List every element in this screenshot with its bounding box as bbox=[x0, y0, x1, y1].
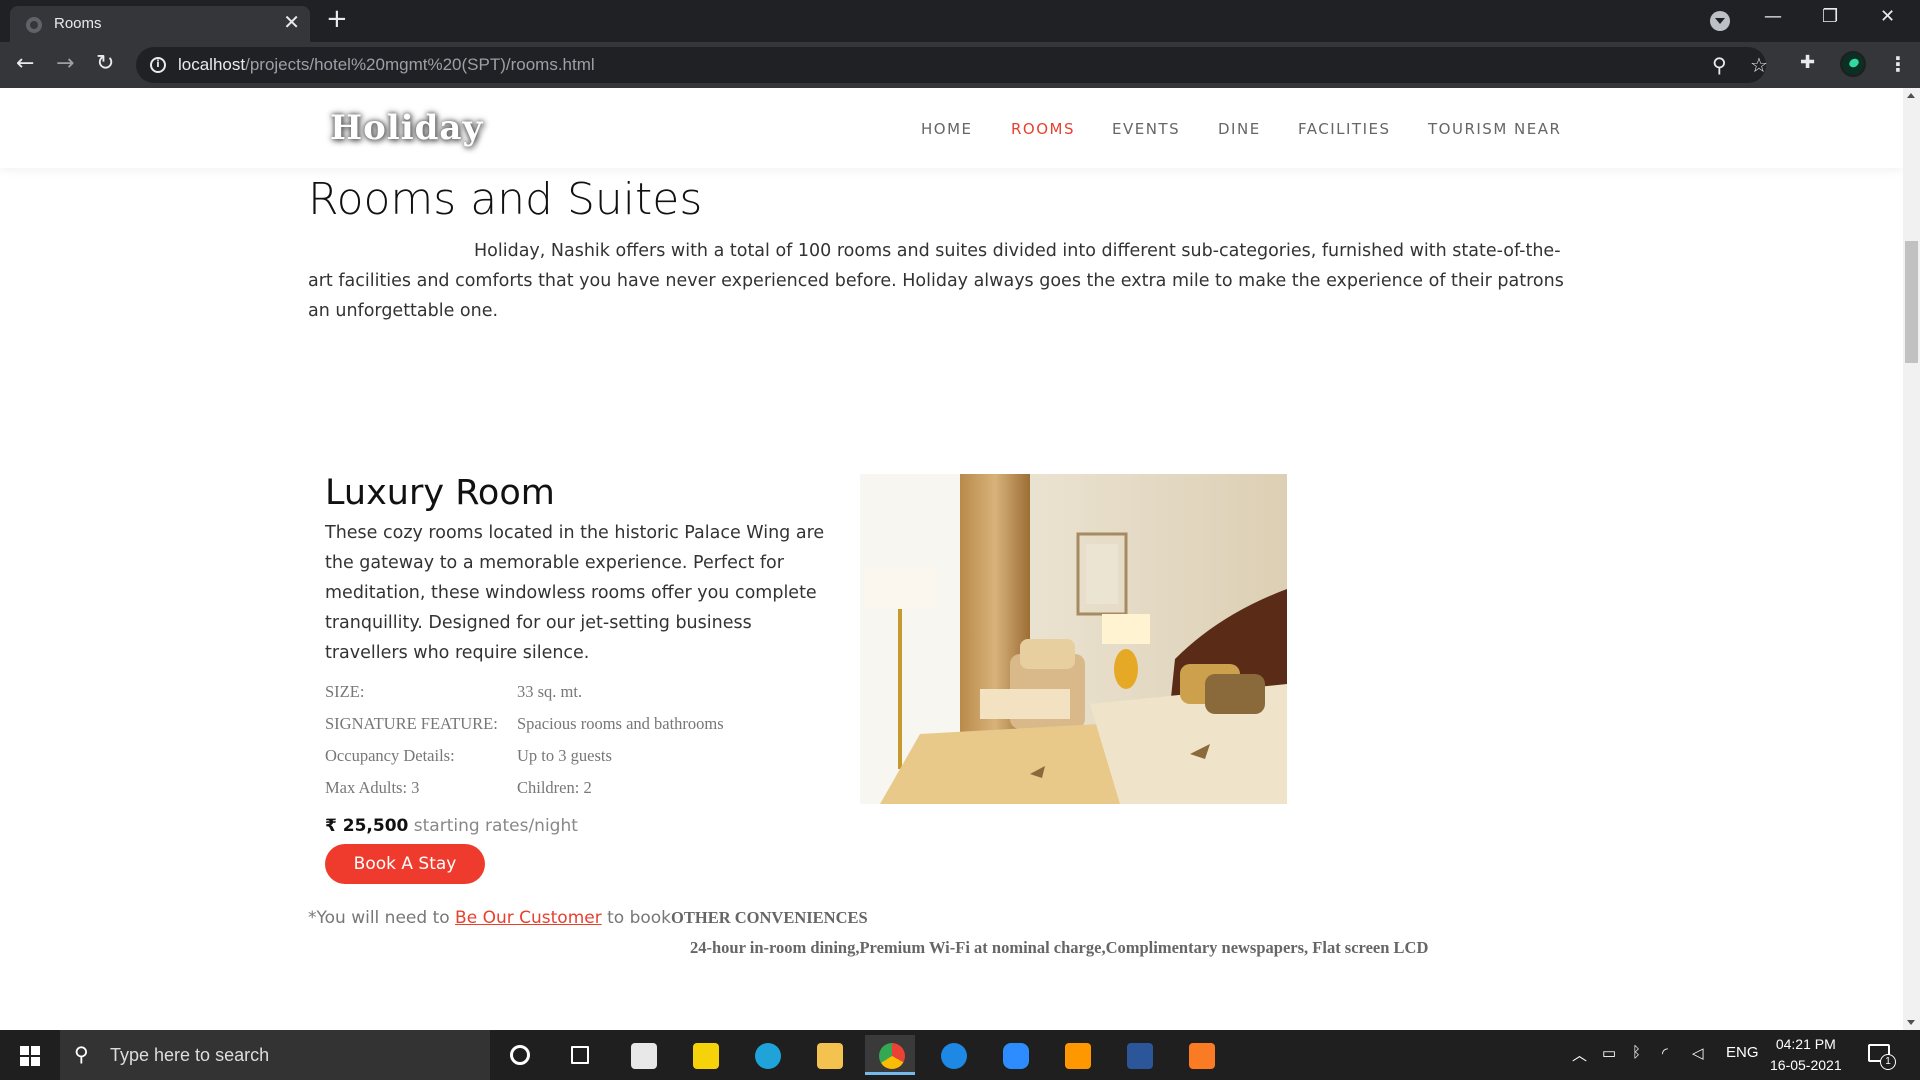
edge-icon[interactable] bbox=[741, 1035, 791, 1075]
language-indicator[interactable]: ENG bbox=[1726, 1044, 1759, 1061]
back-arrow-icon[interactable]: ← bbox=[16, 51, 34, 77]
windows-taskbar: ⚲ Type here to search ︿ ▭ ᛒ ◜ ◁ ENG 04:2… bbox=[0, 1030, 1920, 1080]
spec-value: Children: 2 bbox=[517, 778, 592, 797]
profile-avatar[interactable] bbox=[1840, 51, 1866, 77]
reload-icon[interactable]: ↻ bbox=[96, 51, 114, 77]
file-explorer-icon[interactable] bbox=[803, 1035, 853, 1075]
conveniences-list: 24-hour in-room dining,Premium Wi-Fi at … bbox=[690, 938, 1429, 957]
minimize-icon[interactable]: — bbox=[1764, 6, 1782, 27]
word-icon[interactable] bbox=[1113, 1035, 1163, 1075]
site-logo[interactable]: Holiday bbox=[330, 108, 483, 148]
conveniences-title: OTHER CONVENIENCES bbox=[671, 908, 868, 927]
nav-events[interactable]: EVENTS bbox=[1112, 120, 1180, 138]
page-viewport: Holiday HOME ROOMS EVENTS DINE FACILITIE… bbox=[0, 88, 1903, 1030]
spec-row: Max Adults: 3 Children: 2 bbox=[325, 772, 724, 804]
spec-value: Spacious rooms and bathrooms bbox=[517, 714, 724, 733]
window-close-icon[interactable]: ✕ bbox=[1880, 6, 1895, 27]
browser-tab-strip: Rooms ✕ + — ❐ ✕ bbox=[0, 0, 1920, 42]
tab-title: Rooms bbox=[54, 15, 102, 32]
spec-row: Occupancy Details: Up to 3 guests bbox=[325, 740, 724, 772]
forward-arrow-icon[interactable]: → bbox=[56, 51, 74, 77]
bluetooth-icon[interactable]: ᛒ bbox=[1632, 1044, 1641, 1061]
globe-icon bbox=[26, 17, 42, 33]
new-tab-icon[interactable]: + bbox=[326, 6, 348, 32]
extensions-icon[interactable]: ✚ bbox=[1800, 52, 1820, 73]
store-icon[interactable] bbox=[617, 1035, 667, 1075]
cortana-icon[interactable] bbox=[495, 1035, 545, 1075]
spec-label: SIZE: bbox=[325, 682, 365, 701]
chrome-icon[interactable] bbox=[865, 1035, 915, 1075]
note-suffix: to book bbox=[601, 908, 672, 928]
show-hidden-icons[interactable]: ︿ bbox=[1572, 1044, 1587, 1065]
taskbar-search-placeholder: Type here to search bbox=[110, 1045, 270, 1065]
close-tab-icon[interactable]: ✕ bbox=[283, 12, 300, 32]
notification-count-badge: 1 bbox=[1880, 1054, 1896, 1070]
be-our-customer-link[interactable]: Be Our Customer bbox=[455, 908, 602, 928]
spec-value: 33 sq. mt. bbox=[517, 682, 583, 701]
zoom-icon[interactable]: ⚲ bbox=[1712, 53, 1727, 77]
booking-note: *You will need to Be Our Customer to boo… bbox=[308, 908, 868, 928]
room-photo-illustration bbox=[860, 474, 1287, 804]
scroll-thumb[interactable] bbox=[1905, 241, 1918, 363]
scroll-up-icon[interactable] bbox=[1907, 93, 1915, 98]
safari-icon[interactable] bbox=[927, 1035, 977, 1075]
spec-label: SIGNATURE FEATURE: bbox=[325, 714, 498, 733]
tab-search-icon[interactable] bbox=[1710, 11, 1730, 31]
nav-tourism-near[interactable]: TOURISM NEAR bbox=[1428, 120, 1561, 138]
url-text[interactable]: localhost/projects/hotel%20mgmt%20(SPT)/… bbox=[178, 55, 595, 75]
intro-paragraph: Holiday, Nashik offers with a total of 1… bbox=[308, 241, 1564, 321]
nav-facilities[interactable]: FACILITIES bbox=[1298, 120, 1391, 138]
wifi-icon[interactable]: ◜ bbox=[1662, 1044, 1668, 1062]
nav-home[interactable]: HOME bbox=[921, 120, 973, 138]
browser-tab[interactable]: Rooms ✕ bbox=[10, 6, 310, 42]
site-header: Holiday HOME ROOMS EVENTS DINE FACILITIE… bbox=[0, 88, 1903, 168]
star-icon[interactable]: ☆ bbox=[1750, 53, 1768, 77]
task-view-icon[interactable] bbox=[555, 1035, 605, 1075]
nav-rooms[interactable]: ROOMS bbox=[1011, 120, 1075, 138]
price-amount: ₹ 25,500 bbox=[325, 816, 409, 836]
nav-dine[interactable]: DINE bbox=[1218, 120, 1261, 138]
address-bar[interactable]: i localhost/projects/hotel%20mgmt%20(SPT… bbox=[136, 47, 1768, 83]
spec-value: Up to 3 guests bbox=[517, 746, 612, 765]
room-photo bbox=[860, 474, 1287, 804]
room-title: Luxury Room bbox=[325, 473, 555, 513]
taskbar-search-box[interactable]: ⚲ Type here to search bbox=[60, 1030, 490, 1080]
windows-start-icon[interactable] bbox=[20, 1046, 40, 1066]
sticky-notes-icon[interactable] bbox=[679, 1035, 729, 1075]
spec-row: SIGNATURE FEATURE: Spacious rooms and ba… bbox=[325, 708, 724, 740]
clock-time: 04:21 PM bbox=[1775, 1036, 1836, 1052]
browser-toolbar: ← → ↻ i localhost/projects/hotel%20mgmt%… bbox=[0, 42, 1920, 88]
page-title: Rooms and Suites bbox=[308, 174, 703, 225]
restore-icon[interactable]: ❐ bbox=[1822, 6, 1838, 27]
spec-label: Occupancy Details: bbox=[325, 746, 455, 765]
menu-dots-icon[interactable]: ⋮ bbox=[1888, 52, 1908, 76]
price-suffix: starting rates/night bbox=[413, 816, 578, 836]
zoom-app-icon[interactable] bbox=[989, 1035, 1039, 1075]
taskbar-clock[interactable]: 04:21 PM 16-05-2021 bbox=[1770, 1034, 1842, 1076]
xampp-icon[interactable] bbox=[1175, 1035, 1225, 1075]
search-icon: ⚲ bbox=[74, 1042, 89, 1066]
book-a-stay-button[interactable]: Book A Stay bbox=[325, 844, 485, 884]
battery-icon[interactable]: ▭ bbox=[1602, 1044, 1616, 1062]
room-specs-table: SIZE: 33 sq. mt. SIGNATURE FEATURE: Spac… bbox=[325, 676, 724, 804]
info-icon[interactable]: i bbox=[150, 57, 166, 73]
spec-label: Max Adults: 3 bbox=[325, 778, 420, 797]
room-description: These cozy rooms located in the historic… bbox=[325, 523, 825, 663]
note-prefix: *You will need to bbox=[308, 908, 456, 928]
scroll-down-icon[interactable] bbox=[1907, 1020, 1915, 1025]
page-scrollbar[interactable] bbox=[1903, 88, 1920, 1030]
clock-date: 16-05-2021 bbox=[1770, 1057, 1842, 1073]
spec-row: SIZE: 33 sq. mt. bbox=[325, 676, 724, 708]
price-line: ₹ 25,500 starting rates/night bbox=[325, 816, 578, 836]
sublime-icon[interactable] bbox=[1051, 1035, 1101, 1075]
volume-icon[interactable]: ◁ bbox=[1692, 1044, 1704, 1062]
